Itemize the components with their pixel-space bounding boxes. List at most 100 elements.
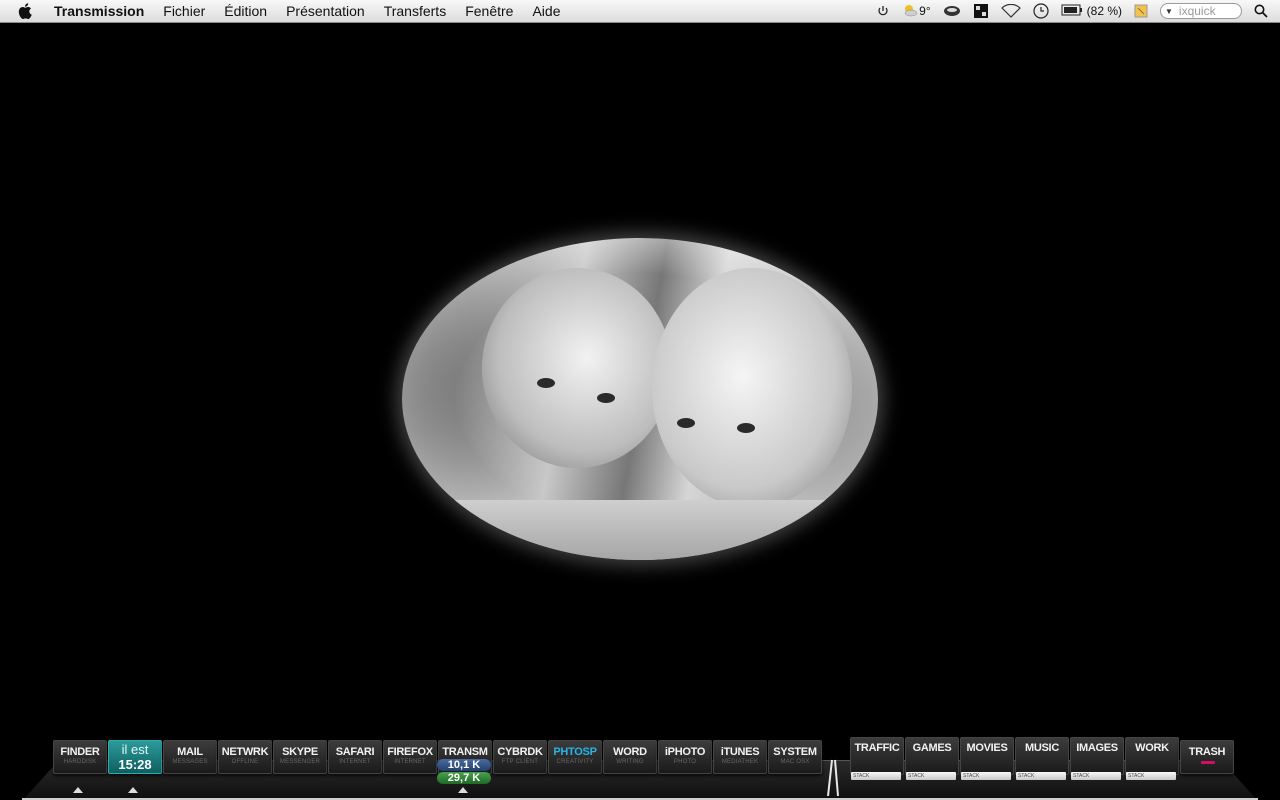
grid-icon[interactable] xyxy=(973,3,989,19)
coffee-icon[interactable] xyxy=(943,5,961,17)
search-placeholder: ixquick xyxy=(1178,4,1216,18)
eye xyxy=(737,423,755,433)
dock-app-network[interactable]: NETWRK OFFLINE xyxy=(218,740,272,774)
dock-app-sublabel: MEDIATHEK xyxy=(721,759,759,765)
dock-app-label: MAIL xyxy=(177,746,203,758)
dock-app-label: WORD xyxy=(613,746,647,758)
dock-stack-label: TRAFFIC xyxy=(854,742,900,754)
battery-icon xyxy=(1061,4,1083,19)
menu-app-name[interactable]: Transmission xyxy=(54,3,144,19)
dock-stack-label: IMAGES xyxy=(1076,742,1118,754)
menu-fichier[interactable]: Fichier xyxy=(163,3,205,19)
power-icon[interactable] xyxy=(877,5,889,17)
dock-stack-music[interactable]: MUSIC STACK xyxy=(1015,737,1069,780)
dock-app-label: iPHOTO xyxy=(664,746,706,758)
dock-app-photoshop[interactable]: PHTOSP CREATIVITY xyxy=(548,740,602,774)
eye xyxy=(597,393,615,403)
dock-app-skype[interactable]: SKYPE MESSENGER xyxy=(273,740,327,774)
dock-app-sublabel: INTERNET xyxy=(339,759,371,765)
running-indicator-icon xyxy=(458,787,468,793)
flag-icon[interactable] xyxy=(1134,4,1148,18)
dock-app-mail[interactable]: MAIL MESSAGES xyxy=(163,740,217,774)
battery-widget[interactable]: (82 %) xyxy=(1061,4,1122,19)
dock-app-sublabel: FTP CLIENT xyxy=(501,759,539,765)
battery-percent: (82 %) xyxy=(1086,4,1122,18)
dock-app-firefox[interactable]: FIREFOX INTERNET xyxy=(383,740,437,774)
time-machine-icon[interactable] xyxy=(1033,3,1049,19)
stack-tag-label: STACK xyxy=(853,773,870,779)
spotlight-icon[interactable] xyxy=(1254,4,1268,18)
menu-edition[interactable]: Édition xyxy=(224,3,267,19)
stack-tag-label: STACK xyxy=(1128,773,1145,779)
menu-aide[interactable]: Aide xyxy=(532,3,560,19)
dock-stack-label: WORK xyxy=(1135,742,1169,754)
dock-stack-work[interactable]: WORK STACK xyxy=(1125,737,1179,780)
dock-trash-label: TRASH xyxy=(1188,746,1226,758)
dock-app-sublabel: CREATIVITY xyxy=(556,759,594,765)
wallpaper-photo xyxy=(402,238,878,560)
dock-app-label: TRANSM xyxy=(442,746,488,758)
dock-app-label: SKYPE xyxy=(282,746,318,758)
upload-rate-badge: 29,7 K xyxy=(437,772,491,784)
search-dropdown-icon[interactable]: ▼ xyxy=(1165,7,1173,16)
menu-presentation[interactable]: Présentation xyxy=(286,3,365,19)
dock-stack-images[interactable]: IMAGES STACK xyxy=(1070,737,1124,780)
dock-stack-movies[interactable]: MOVIES STACK xyxy=(960,737,1014,780)
running-indicator-icon xyxy=(73,787,83,793)
apple-menu-icon[interactable] xyxy=(18,2,34,20)
weather-icon xyxy=(901,3,919,20)
dock-app-finder[interactable]: FINDER HARDDISK xyxy=(53,740,107,774)
dock-clock-widget[interactable]: il est 15:28 xyxy=(108,740,162,774)
dock-app-sublabel: MESSAGES xyxy=(172,759,208,765)
menu-fenetre[interactable]: Fenêtre xyxy=(465,3,513,19)
dock-trash[interactable]: TRASH xyxy=(1180,740,1234,774)
dock-app-iphoto[interactable]: iPHOTO PHOTO xyxy=(658,740,712,774)
dock-app-label: NETWRK xyxy=(221,746,269,758)
dock-app-itunes[interactable]: iTUNES MEDIATHEK xyxy=(713,740,767,774)
stack-tag: STACK xyxy=(1071,772,1121,780)
dock-app-sublabel: MESSENGER xyxy=(279,759,321,765)
trash-full-indicator xyxy=(1201,761,1215,764)
stack-tag-label: STACK xyxy=(963,773,980,779)
clock-time: 15:28 xyxy=(118,757,152,772)
dock-app-cyberduck[interactable]: CYBRDK FTP CLIENT xyxy=(493,740,547,774)
stack-tag-label: STACK xyxy=(1073,773,1090,779)
stack-tag: STACK xyxy=(1126,772,1176,780)
blanket-image xyxy=(402,500,878,560)
dock-app-system-preferences[interactable]: SYSTEM MAC OSX xyxy=(768,740,822,774)
weather-widget[interactable]: 9° xyxy=(901,3,931,20)
dock-stack-label: MUSIC xyxy=(1025,742,1059,754)
dock-stack-traffic[interactable]: TRAFFIC STACK xyxy=(850,737,904,780)
search-field[interactable]: ▼ ixquick xyxy=(1160,3,1242,19)
stack-tag: STACK xyxy=(851,772,901,780)
clock-label: il est xyxy=(121,742,149,757)
baby-right-image xyxy=(652,268,852,508)
stack-tag-label: STACK xyxy=(908,773,925,779)
dock-app-label: CYBRDK xyxy=(497,746,543,758)
dock-app-word[interactable]: WORD WRITING xyxy=(603,740,657,774)
download-rate-badge: 10,1 K xyxy=(437,759,491,771)
dock-app-label: iTUNES xyxy=(720,746,760,758)
dock-app-label: SAFARI xyxy=(335,746,375,758)
menu-transferts[interactable]: Transferts xyxy=(384,3,447,19)
dock-app-safari[interactable]: SAFARI INTERNET xyxy=(328,740,382,774)
dock-stack-games[interactable]: GAMES STACK xyxy=(905,737,959,780)
dock-app-sublabel: MAC OSX xyxy=(780,759,810,765)
dock-app-sublabel: WRITING xyxy=(616,759,644,765)
dock-app-sublabel: INTERNET xyxy=(394,759,426,765)
stack-tag: STACK xyxy=(1016,772,1066,780)
dock-app-label: FINDER xyxy=(60,746,100,758)
stack-tag: STACK xyxy=(906,772,956,780)
menu-bar: Transmission Fichier Édition Présentatio… xyxy=(0,0,1280,23)
wifi-icon[interactable] xyxy=(1000,4,1021,18)
eye xyxy=(537,378,555,388)
dock-app-sublabel: OFFLINE xyxy=(231,759,259,765)
dock-app-label: SYSTEM xyxy=(773,746,817,758)
eye xyxy=(677,418,695,428)
dock-app-sublabel: HARDDISK xyxy=(63,759,97,765)
stack-tag-label: STACK xyxy=(1018,773,1035,779)
weather-temp: 9° xyxy=(919,4,931,18)
dock-separator[interactable] xyxy=(822,758,844,796)
dock-stack-label: MOVIES xyxy=(966,742,1008,754)
dock-app-label: FIREFOX xyxy=(387,746,433,758)
